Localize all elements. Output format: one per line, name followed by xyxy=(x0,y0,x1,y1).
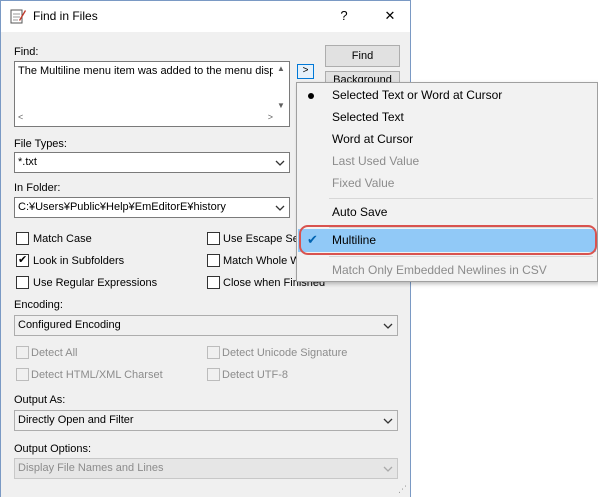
in-folder-value: C:¥Users¥Public¥Help¥EmEditorE¥history xyxy=(18,201,226,213)
menu-item-match-only-embedded-newlines[interactable]: Match Only Embedded Newlines in CSV xyxy=(298,259,596,281)
resize-grip-icon[interactable]: ⋰ xyxy=(398,484,407,495)
find-vertical-scrollbar[interactable]: ▲ ▼ xyxy=(275,63,288,111)
menu-item-label: Match Only Embedded Newlines in CSV xyxy=(332,263,547,277)
scroll-up-icon[interactable]: ▲ xyxy=(277,64,285,73)
check-icon: ✔ xyxy=(18,254,28,266)
file-types-combo[interactable]: *.txt xyxy=(14,152,290,173)
menu-item-label: Word at Cursor xyxy=(332,132,414,146)
menu-item-label: Selected Text or Word at Cursor xyxy=(332,88,503,102)
use-escape-sequence-checkbox[interactable] xyxy=(207,232,220,245)
radio-bullet-icon xyxy=(308,93,314,99)
output-options-value: Display File Names and Lines xyxy=(18,462,164,474)
match-whole-word-label: Match Whole W xyxy=(223,255,301,267)
output-as-label: Output As: xyxy=(14,394,66,406)
find-text-value: The Multiline menu item was added to the… xyxy=(18,65,273,77)
annotation-highlight-ring xyxy=(299,225,597,255)
encoding-value: Configured Encoding xyxy=(18,319,121,331)
menu-item-selected-text[interactable]: Selected Text xyxy=(298,106,596,128)
menu-item-label: Last Used Value xyxy=(332,154,420,168)
match-case-label: Match Case xyxy=(33,233,92,245)
menu-item-last-used-value[interactable]: Last Used Value xyxy=(298,150,596,172)
use-regular-expressions-checkbox[interactable] xyxy=(16,276,29,289)
use-escape-sequence-label: Use Escape Sec xyxy=(223,233,305,245)
help-button[interactable]: ? xyxy=(332,5,356,27)
menu-separator xyxy=(329,198,593,199)
detect-all-label: Detect All xyxy=(31,347,78,359)
menu-item-auto-save[interactable]: Auto Save xyxy=(298,201,596,223)
menu-item-label: Selected Text xyxy=(332,110,404,124)
detect-all-checkbox[interactable] xyxy=(16,346,29,359)
detect-utf8-checkbox[interactable] xyxy=(207,368,220,381)
menu-item-label: Auto Save xyxy=(332,205,388,219)
encoding-label: Encoding: xyxy=(14,299,63,311)
output-options-combo[interactable]: Display File Names and Lines xyxy=(14,458,398,479)
detect-html-xml-charset-checkbox[interactable] xyxy=(16,368,29,381)
menu-item-fixed-value[interactable]: Fixed Value xyxy=(298,172,596,194)
file-types-value: *.txt xyxy=(18,156,37,168)
detect-html-xml-charset-label: Detect HTML/XML Charset xyxy=(31,369,163,381)
close-button[interactable]: ✕ xyxy=(378,5,402,27)
chevron-down-icon xyxy=(275,205,285,211)
title-bar: Find in Files ? ✕ xyxy=(1,1,410,32)
window-title: Find in Files xyxy=(33,9,98,23)
in-folder-combo[interactable]: C:¥Users¥Public¥Help¥EmEditorE¥history xyxy=(14,197,290,218)
chevron-down-icon xyxy=(383,323,393,329)
output-as-value: Directly Open and Filter xyxy=(18,414,134,426)
file-types-label: File Types: xyxy=(14,138,67,150)
find-button[interactable]: Find xyxy=(325,45,400,67)
detect-utf8-label: Detect UTF-8 xyxy=(222,369,289,381)
in-folder-label: In Folder: xyxy=(14,182,61,194)
output-options-label: Output Options: xyxy=(14,443,92,455)
find-label: Find: xyxy=(14,46,39,58)
scroll-down-icon[interactable]: ▼ xyxy=(277,101,285,110)
find-textarea[interactable]: The Multiline menu item was added to the… xyxy=(14,61,290,127)
menu-separator xyxy=(329,256,593,257)
find-options-arrow-button[interactable]: > xyxy=(297,64,314,79)
look-in-subfolders-checkbox[interactable]: ✔ xyxy=(16,254,29,267)
match-case-checkbox[interactable] xyxy=(16,232,29,245)
scroll-left-icon[interactable]: < xyxy=(18,112,23,122)
encoding-combo[interactable]: Configured Encoding xyxy=(14,315,398,336)
chevron-down-icon xyxy=(383,418,393,424)
chevron-down-icon xyxy=(383,466,393,472)
chevron-down-icon xyxy=(275,160,285,166)
output-as-combo[interactable]: Directly Open and Filter xyxy=(14,410,398,431)
menu-item-label: Fixed Value xyxy=(332,176,395,190)
notepad-pen-icon xyxy=(10,9,26,24)
scroll-right-icon[interactable]: > xyxy=(268,112,273,122)
close-when-finished-checkbox[interactable] xyxy=(207,276,220,289)
menu-item-word-at-cursor[interactable]: Word at Cursor xyxy=(298,128,596,150)
find-horizontal-scrollbar[interactable]: < > xyxy=(16,111,275,125)
match-whole-word-checkbox[interactable] xyxy=(207,254,220,267)
detect-unicode-signature-label: Detect Unicode Signature xyxy=(222,347,348,359)
look-in-subfolders-label: Look in Subfolders xyxy=(33,255,125,267)
menu-item-selected-text-or-word[interactable]: Selected Text or Word at Cursor xyxy=(298,84,596,106)
detect-unicode-signature-checkbox[interactable] xyxy=(207,346,220,359)
use-regular-expressions-label: Use Regular Expressions xyxy=(33,277,158,289)
